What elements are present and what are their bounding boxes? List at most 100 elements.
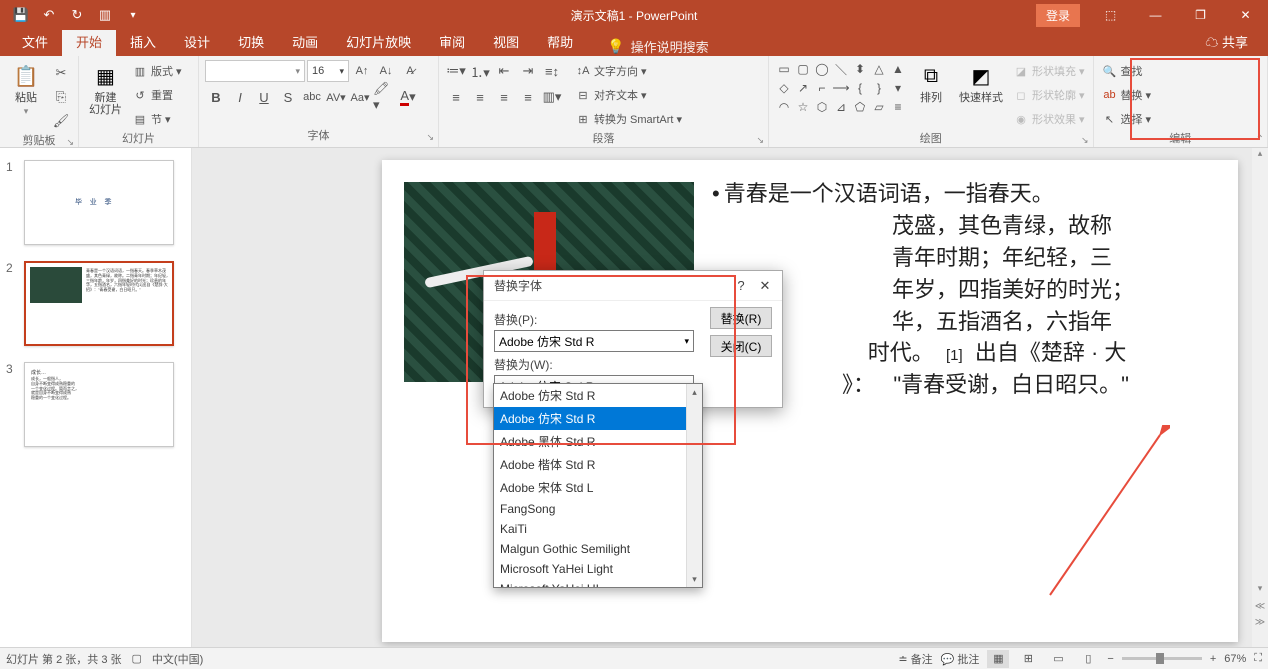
font-option[interactable]: Microsoft YaHei Light bbox=[494, 559, 702, 579]
text-direction-button[interactable]: ↕A文字方向 ▾ bbox=[573, 60, 684, 82]
dialog-replace-button[interactable]: 替换(R) bbox=[710, 307, 772, 329]
replace-font-combo[interactable]: Adobe 仿宋 Std R▾ bbox=[494, 330, 694, 352]
comments-button[interactable]: 💬 批注 bbox=[941, 651, 980, 667]
increase-indent-icon[interactable]: ⇥ bbox=[517, 60, 539, 82]
font-option[interactable]: Adobe 仿宋 Std R bbox=[494, 384, 702, 407]
dialog-help-button[interactable]: ? bbox=[730, 275, 752, 297]
font-option[interactable]: Malgun Gothic Semilight bbox=[494, 539, 702, 559]
language-indicator[interactable]: 中文(中国) bbox=[152, 651, 203, 667]
tab-design[interactable]: 设计 bbox=[170, 27, 224, 56]
login-button[interactable]: 登录 bbox=[1036, 4, 1080, 27]
tab-slideshow[interactable]: 幻灯片放映 bbox=[332, 27, 425, 56]
shape-effects-button[interactable]: ◉形状效果 ▾ bbox=[1011, 108, 1087, 130]
tab-home[interactable]: 开始 bbox=[62, 27, 116, 56]
reading-view-icon[interactable]: ▭ bbox=[1047, 650, 1069, 668]
font-color-button[interactable]: A▾ bbox=[397, 86, 419, 108]
dialog-close-button[interactable]: ✕ bbox=[754, 275, 776, 297]
select-button[interactable]: ↖选择 ▾ bbox=[1100, 108, 1154, 130]
collapse-ribbon-icon[interactable]: ⌃ bbox=[1256, 134, 1264, 145]
strikethrough-button[interactable]: abc bbox=[301, 86, 323, 108]
ribbon-display-icon[interactable]: ⬚ bbox=[1088, 0, 1133, 30]
font-option[interactable]: Adobe 楷体 Std R bbox=[494, 453, 702, 476]
find-button[interactable]: 🔍查找 bbox=[1100, 60, 1154, 82]
zoom-level[interactable]: 67% bbox=[1224, 653, 1246, 665]
font-family-combo[interactable]: ▾ bbox=[205, 60, 305, 82]
clear-formatting-icon[interactable]: A̷ bbox=[399, 60, 421, 82]
quick-styles-button[interactable]: ◩ 快速样式 bbox=[955, 60, 1007, 106]
highlight-button[interactable]: 🖍▾ bbox=[373, 86, 395, 108]
restore-button[interactable]: ❐ bbox=[1178, 0, 1223, 30]
dialog-close-btn[interactable]: 关闭(C) bbox=[710, 335, 772, 357]
columns-icon[interactable]: ▥▾ bbox=[541, 86, 563, 108]
paste-button[interactable]: 📋 粘贴 ▾ bbox=[6, 60, 46, 119]
spellcheck-icon[interactable]: ▢ bbox=[132, 652, 142, 665]
bullets-button[interactable]: ≔▾ bbox=[445, 60, 467, 82]
dialog-launcher-icon[interactable]: ↘ bbox=[426, 132, 434, 143]
dialog-launcher-icon[interactable]: ↘ bbox=[756, 135, 764, 146]
section-button[interactable]: ▤节 ▾ bbox=[130, 108, 184, 130]
new-slide-button[interactable]: ▦ 新建 幻灯片 bbox=[85, 60, 126, 118]
zoom-slider[interactable] bbox=[1122, 657, 1202, 660]
dialog-launcher-icon[interactable]: ↘ bbox=[66, 137, 74, 148]
font-option[interactable]: FangSong bbox=[494, 499, 702, 519]
char-spacing-button[interactable]: AV▾ bbox=[325, 86, 347, 108]
fit-to-window-icon[interactable]: ⛶ bbox=[1254, 652, 1262, 665]
sorter-view-icon[interactable]: ⊞ bbox=[1017, 650, 1039, 668]
align-left-icon[interactable]: ≡ bbox=[445, 86, 467, 108]
tell-me-search[interactable]: 💡 操作说明搜索 bbox=[607, 37, 708, 56]
slideshow-view-icon[interactable]: ▯ bbox=[1077, 650, 1099, 668]
font-size-combo[interactable]: 16▾ bbox=[307, 60, 349, 82]
numbering-button[interactable]: ⒈▾ bbox=[469, 60, 491, 82]
font-dropdown-list[interactable]: Adobe 仿宋 Std R Adobe 仿宋 Std R Adobe 黑体 S… bbox=[493, 383, 703, 588]
shapes-gallery[interactable]: ▭▢◯＼⬍△▲ ◇↗⌐⟶{}▾ ◠☆⬡⊿⬠▱≡ bbox=[775, 60, 907, 116]
shape-outline-button[interactable]: ◻形状轮廓 ▾ bbox=[1011, 84, 1087, 106]
slide-body-text[interactable]: •青春是一个汉语词语，一指春天。 茂盛，其色青绿，故称 青年时期；年纪轻，三 年… bbox=[712, 178, 1222, 401]
shadow-button[interactable]: S bbox=[277, 86, 299, 108]
tab-insert[interactable]: 插入 bbox=[116, 27, 170, 56]
zoom-in-button[interactable]: + bbox=[1210, 653, 1216, 665]
dropdown-scrollbar[interactable]: ▴▾ bbox=[686, 384, 702, 587]
tab-file[interactable]: 文件 bbox=[8, 27, 62, 56]
font-option[interactable]: Microsoft YaHei UI bbox=[494, 579, 702, 588]
save-icon[interactable]: 💾 bbox=[8, 2, 34, 28]
redo-icon[interactable]: ↻ bbox=[64, 2, 90, 28]
vertical-scrollbar[interactable]: ▴ ▾ ≪ ≫ bbox=[1252, 148, 1268, 647]
undo-icon[interactable]: ↶ bbox=[36, 2, 62, 28]
align-right-icon[interactable]: ≡ bbox=[493, 86, 515, 108]
start-from-beginning-icon[interactable]: ▥ bbox=[92, 2, 118, 28]
close-button[interactable]: ✕ bbox=[1223, 0, 1268, 30]
increase-font-icon[interactable]: A↑ bbox=[351, 60, 373, 82]
convert-smartart-button[interactable]: ⊞转换为 SmartArt ▾ bbox=[573, 108, 684, 130]
italic-button[interactable]: I bbox=[229, 86, 251, 108]
shape-fill-button[interactable]: ◪形状填充 ▾ bbox=[1011, 60, 1087, 82]
align-center-icon[interactable]: ≡ bbox=[469, 86, 491, 108]
qat-customize-icon[interactable]: ▾ bbox=[120, 2, 146, 28]
normal-view-icon[interactable]: ▦ bbox=[987, 650, 1009, 668]
tab-view[interactable]: 视图 bbox=[479, 27, 533, 56]
reset-button[interactable]: ↺重置 bbox=[130, 84, 184, 106]
share-button[interactable]: ☁ 共享 bbox=[1197, 27, 1256, 56]
underline-button[interactable]: U bbox=[253, 86, 275, 108]
zoom-out-button[interactable]: − bbox=[1107, 653, 1113, 665]
font-option[interactable]: KaiTi bbox=[494, 519, 702, 539]
tab-animations[interactable]: 动画 bbox=[278, 27, 332, 56]
format-painter-icon[interactable]: 🖌 bbox=[50, 110, 72, 132]
tab-help[interactable]: 帮助 bbox=[533, 27, 587, 56]
tab-transitions[interactable]: 切换 bbox=[224, 27, 278, 56]
line-spacing-icon[interactable]: ≡↕ bbox=[541, 60, 563, 82]
copy-icon[interactable]: ⎘ bbox=[50, 86, 72, 108]
justify-icon[interactable]: ≡ bbox=[517, 86, 539, 108]
replace-button[interactable]: ab替换 ▾ bbox=[1100, 84, 1154, 106]
font-option-selected[interactable]: Adobe 仿宋 Std R bbox=[494, 407, 702, 430]
decrease-font-icon[interactable]: A↓ bbox=[375, 60, 397, 82]
slide-thumb-2[interactable]: 2 青春是一个汉语词语，一指春天。春季草木茂盛，其色青绿，故称。二指青年时期；年… bbox=[0, 257, 191, 358]
font-option[interactable]: Adobe 黑体 Std R bbox=[494, 430, 702, 453]
align-text-button[interactable]: ⊟对齐文本 ▾ bbox=[573, 84, 684, 106]
slide-thumbnail-panel[interactable]: 1 毕 业 季 2 青春是一个汉语词语，一指春天。春季草木茂盛，其色青绿，故称。… bbox=[0, 148, 192, 647]
notes-button[interactable]: ≐ 备注 bbox=[898, 651, 932, 667]
font-option[interactable]: Adobe 宋体 Std L bbox=[494, 476, 702, 499]
slide-thumb-3[interactable]: 3 成长… 成长，一般指人，自身不断变得成熟稳重的一个变化过程。简而言之，就是自… bbox=[0, 358, 191, 459]
slide-thumb-1[interactable]: 1 毕 业 季 bbox=[0, 156, 191, 257]
cut-icon[interactable]: ✂ bbox=[50, 62, 72, 84]
bold-button[interactable]: B bbox=[205, 86, 227, 108]
